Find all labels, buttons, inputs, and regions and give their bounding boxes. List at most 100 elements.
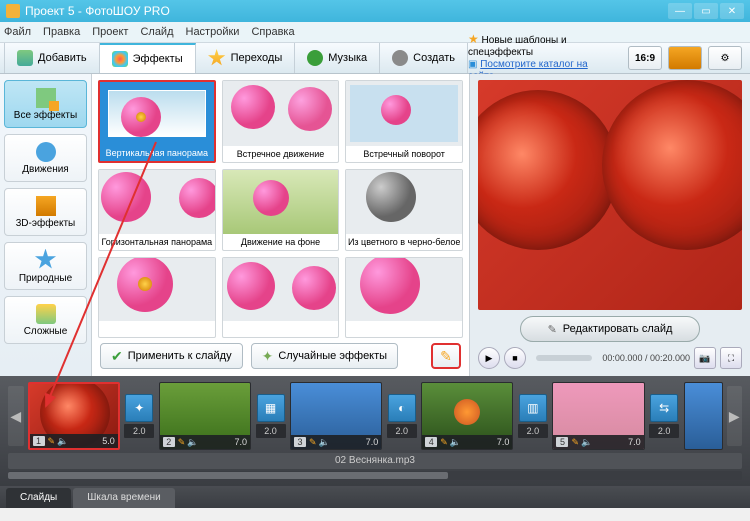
timeline: ◀ 1✎🔈5.0 ✦2.0 2✎🔈7.0 ▦2.0 3✎🔈7.0 ◐2.0 4✎… bbox=[0, 376, 750, 486]
effect-label: Горизонтальная панорама bbox=[99, 234, 215, 250]
all-effects-icon bbox=[36, 88, 56, 108]
pencil-icon: ✎ bbox=[48, 436, 56, 447]
timeline-next-button[interactable]: ▶ bbox=[727, 386, 742, 446]
promo-line1: Новые шаблоны и спецэффекты bbox=[468, 35, 567, 58]
effect-item[interactable]: Вертикальная панорама bbox=[98, 80, 216, 163]
slide-number: 2 bbox=[163, 437, 175, 447]
edit-slide-label: Редактировать слайд bbox=[563, 323, 673, 335]
sidebar-complex[interactable]: Сложные bbox=[4, 296, 87, 344]
effect-item[interactable]: Из цветного в черно-белое bbox=[345, 169, 463, 250]
menu-project[interactable]: Проект bbox=[92, 26, 128, 38]
slide-number: 4 bbox=[425, 437, 437, 447]
timeline-prev-button[interactable]: ◀ bbox=[8, 386, 24, 446]
snapshot-button[interactable]: 📷 bbox=[694, 347, 716, 369]
effect-label: Встречный поворот bbox=[346, 146, 462, 162]
seek-track[interactable] bbox=[536, 355, 592, 361]
sound-icon: 🔈 bbox=[581, 437, 592, 448]
timeline-slide[interactable]: 2✎🔈7.0 bbox=[159, 382, 251, 450]
effect-item[interactable]: Встречное движение bbox=[222, 80, 340, 163]
effect-item[interactable] bbox=[345, 257, 463, 338]
close-button[interactable]: ✕ bbox=[720, 3, 744, 19]
effect-item[interactable] bbox=[222, 257, 340, 338]
pencil-icon: ✎ bbox=[548, 323, 557, 336]
footer-tab-label: Шкала времени bbox=[87, 492, 160, 503]
transition-button[interactable]: ▥ bbox=[519, 394, 547, 422]
transition-button[interactable]: ✦ bbox=[125, 394, 153, 422]
timeline-slide[interactable] bbox=[684, 382, 723, 450]
transition-button[interactable]: ▦ bbox=[257, 394, 285, 422]
menubar: Файл Правка Проект Слайд Настройки Справ… bbox=[0, 22, 750, 42]
maximize-button[interactable]: ▭ bbox=[694, 3, 718, 19]
check-icon: ✔ bbox=[111, 348, 123, 365]
wand-icon: ✦ bbox=[262, 348, 274, 365]
fullscreen-button[interactable]: ⛶ bbox=[720, 347, 742, 369]
theme-button[interactable] bbox=[668, 46, 702, 70]
tab-add[interactable]: Добавить bbox=[4, 43, 100, 73]
timeline-scrollbar[interactable] bbox=[8, 471, 742, 480]
tab-transitions[interactable]: Переходы bbox=[196, 43, 296, 73]
timeline-slide[interactable]: 5✎🔈7.0 bbox=[552, 382, 644, 450]
brush-button[interactable]: ✎ bbox=[431, 343, 461, 369]
add-icon bbox=[17, 50, 33, 66]
audio-track[interactable]: 02 Веснянка.mp3 bbox=[8, 453, 742, 469]
timeline-slide[interactable]: 3✎🔈7.0 bbox=[290, 382, 382, 450]
transition-duration: 2.0 bbox=[649, 424, 679, 438]
apply-to-slide-button[interactable]: ✔ Применить к слайду bbox=[100, 343, 243, 369]
pencil-icon: ✎ bbox=[440, 437, 448, 448]
effect-item[interactable] bbox=[98, 257, 216, 338]
transition-duration: 2.0 bbox=[518, 424, 548, 438]
transition-duration: 2.0 bbox=[256, 424, 286, 438]
play-button[interactable]: ▶ bbox=[478, 347, 500, 369]
effect-label: Движение на фоне bbox=[223, 234, 339, 250]
gear-icon: ⚙ bbox=[721, 53, 730, 64]
effect-item[interactable]: Горизонтальная панорама bbox=[98, 169, 216, 250]
window-title: Проект 5 - ФотоШОУ PRO bbox=[25, 4, 170, 18]
random-effects-button[interactable]: ✦ Случайные эффекты bbox=[251, 343, 398, 369]
footer-tab-timeline[interactable]: Шкала времени bbox=[73, 488, 174, 508]
pencil-icon: ✎ bbox=[571, 437, 579, 448]
transition-button[interactable]: ◐ bbox=[388, 394, 416, 422]
tab-add-label: Добавить bbox=[38, 52, 87, 64]
aspect-ratio-button[interactable]: 16:9 bbox=[628, 46, 662, 70]
slide-number: 5 bbox=[556, 437, 568, 447]
menu-settings[interactable]: Настройки bbox=[186, 26, 240, 38]
brush-icon: ✎ bbox=[440, 348, 452, 365]
effects-icon bbox=[112, 51, 128, 67]
sidebar-item-label: Сложные bbox=[24, 326, 68, 337]
transition-button[interactable]: ⇆ bbox=[650, 394, 678, 422]
tab-effects[interactable]: Эффекты bbox=[100, 43, 196, 73]
menu-slide[interactable]: Слайд bbox=[140, 26, 173, 38]
app-icon bbox=[6, 4, 20, 18]
sound-icon: 🔈 bbox=[450, 437, 461, 448]
footer-tab-label: Слайды bbox=[20, 492, 57, 503]
effect-label: Вертикальная панорама bbox=[100, 145, 214, 161]
tab-create[interactable]: Создать bbox=[380, 43, 468, 73]
sidebar-motion[interactable]: Движения bbox=[4, 134, 87, 182]
sidebar-nature[interactable]: Природные bbox=[4, 242, 87, 290]
edit-slide-button[interactable]: ✎ Редактировать слайд bbox=[520, 316, 700, 342]
effect-item[interactable]: Встречный поворот bbox=[345, 80, 463, 163]
pencil-icon: ✎ bbox=[178, 437, 186, 448]
menu-file[interactable]: Файл bbox=[4, 26, 31, 38]
timeline-slide[interactable]: 1✎🔈5.0 bbox=[28, 382, 120, 450]
stop-button[interactable]: ■ bbox=[504, 347, 526, 369]
preview-pane: ✎ Редактировать слайд ▶ ■ 00:00.000 / 00… bbox=[470, 74, 750, 376]
effect-label: Из цветного в черно-белое bbox=[346, 234, 462, 250]
footer-tabs: Слайды Шкала времени bbox=[0, 486, 750, 508]
sidebar-all-effects[interactable]: Все эффекты bbox=[4, 80, 87, 128]
effect-item[interactable]: Движение на фоне bbox=[222, 169, 340, 250]
sidebar-3d[interactable]: 3D-эффекты bbox=[4, 188, 87, 236]
tab-music[interactable]: Музыка bbox=[295, 43, 380, 73]
timeline-slide[interactable]: 4✎🔈7.0 bbox=[421, 382, 513, 450]
menu-edit[interactable]: Правка bbox=[43, 26, 80, 38]
minimize-button[interactable]: — bbox=[668, 3, 692, 19]
titlebar: Проект 5 - ФотоШОУ PRO — ▭ ✕ bbox=[0, 0, 750, 22]
cube-icon bbox=[36, 196, 56, 216]
tab-effects-label: Эффекты bbox=[133, 53, 183, 65]
settings-button[interactable]: ⚙ bbox=[708, 46, 742, 70]
footer-tab-slides[interactable]: Слайды bbox=[6, 488, 71, 508]
snowflake-icon bbox=[35, 249, 57, 271]
menu-help[interactable]: Справка bbox=[251, 26, 294, 38]
aspect-ratio-label: 16:9 bbox=[635, 53, 655, 64]
audio-filename: 02 Веснянка.mp3 bbox=[335, 455, 415, 466]
